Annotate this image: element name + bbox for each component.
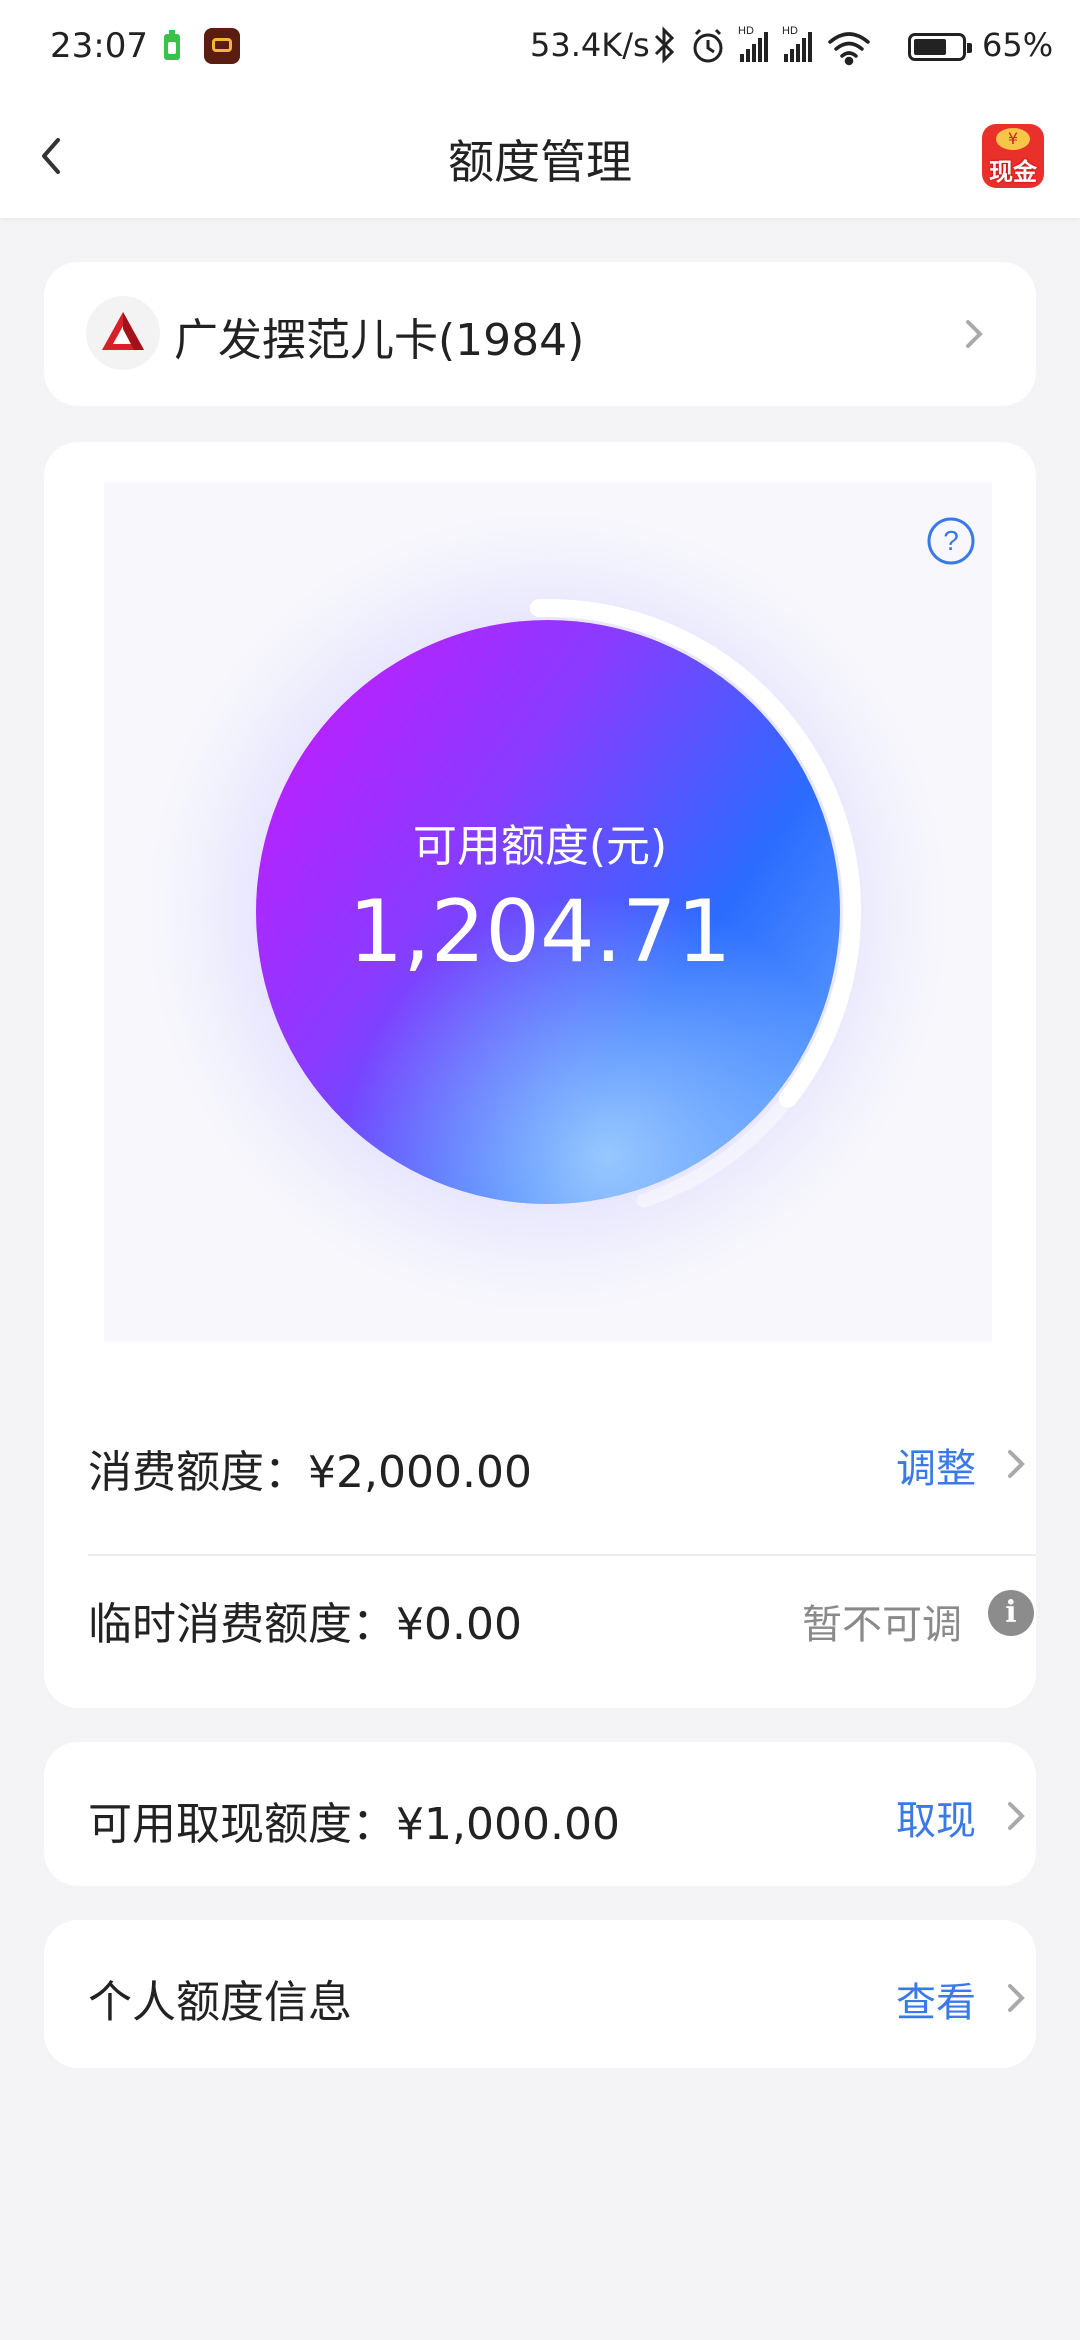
- cash-redpacket-button[interactable]: ¥ 现金: [982, 124, 1044, 188]
- chevron-right-icon: [1008, 1984, 1025, 2012]
- chevron-right-icon: [966, 320, 983, 348]
- cash-quota-row: 可用取现额度：¥1,000.00 取现: [88, 1764, 1036, 1864]
- cash-quota-label: 可用取现额度：¥1,000.00: [88, 1799, 620, 1850]
- network-speed: 53.4K/s: [530, 26, 650, 64]
- bank-logo: [86, 296, 160, 370]
- hd-signal-icon: HD: [738, 25, 768, 62]
- personal-quota-card[interactable]: 个人额度信息 查看: [44, 1920, 1036, 2068]
- svg-text:?: ?: [943, 525, 959, 556]
- available-quota-value: 1,204.71: [348, 882, 732, 982]
- cash-quota-card[interactable]: 可用取现额度：¥1,000.00 取现: [44, 1742, 1036, 1886]
- cash-quota-value: ¥1,000.00: [396, 1799, 620, 1850]
- chevron-right-icon: [1008, 1802, 1025, 1830]
- status-time: 23:07: [50, 26, 148, 66]
- temp-quota-label: 临时消费额度：¥0.00: [88, 1599, 522, 1650]
- nav-bar: 额度管理 ¥ 现金: [0, 96, 1080, 218]
- bank-card-selector[interactable]: 广发摆范儿卡(1984): [44, 262, 1036, 406]
- chevron-right-icon: [1008, 1450, 1025, 1478]
- info-icon[interactable]: i: [988, 1590, 1034, 1636]
- coin-icon: ¥: [996, 128, 1030, 150]
- temp-quota-row: 临时消费额度：¥0.00 暂不可调 i: [88, 1564, 1036, 1664]
- consume-quota-label: 消费额度：¥2,000.00: [88, 1447, 532, 1498]
- personal-quota-label: 个人额度信息: [88, 1977, 352, 2028]
- help-icon[interactable]: ?: [926, 516, 976, 566]
- consume-quota-value: ¥2,000.00: [308, 1447, 532, 1498]
- battery-app-icon: [164, 30, 180, 60]
- svg-text:HD: HD: [782, 25, 798, 37]
- row-divider: [88, 1554, 1036, 1556]
- temp-quota-status: 暂不可调: [802, 1602, 962, 1648]
- bank-logo-icon: [102, 312, 144, 350]
- wifi-icon: [828, 32, 870, 66]
- redpacket-label: 现金: [989, 158, 1037, 186]
- quota-card: ? 可用额度(元) 1,204.71 消费额度：¥2,000.00 调整 临时消…: [44, 442, 1036, 1708]
- withdraw-cash-link[interactable]: 取现: [896, 1788, 976, 1846]
- adjust-quota-link[interactable]: 调整: [896, 1436, 976, 1494]
- bank-card-name: 广发摆范儿卡(1984): [174, 315, 585, 366]
- battery-percent: 65%: [982, 26, 1054, 64]
- crown-app-icon: [204, 28, 240, 64]
- hd-signal-icon: HD: [782, 25, 812, 62]
- bluetooth-icon: [654, 26, 675, 64]
- battery-icon: [908, 33, 972, 61]
- page-title: 额度管理: [448, 135, 632, 189]
- temp-quota-value: ¥0.00: [396, 1599, 522, 1650]
- alarm-icon: [693, 28, 723, 63]
- status-bar: 23:07 53.4K/s HD HD 65%: [0, 0, 1080, 96]
- consume-quota-row: 消费额度：¥2,000.00 调整: [88, 1412, 1036, 1512]
- available-quota-label: 可用额度(元): [412, 821, 668, 872]
- svg-text:HD: HD: [738, 25, 754, 37]
- view-personal-quota-link[interactable]: 查看: [896, 1970, 976, 2028]
- personal-quota-row: 个人额度信息 查看: [88, 1942, 1036, 2042]
